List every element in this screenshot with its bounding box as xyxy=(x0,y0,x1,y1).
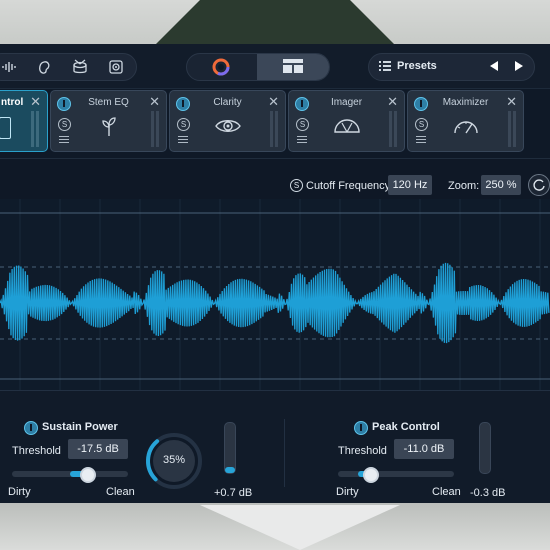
module-meters xyxy=(389,111,399,147)
solo-icon[interactable]: S xyxy=(290,179,303,192)
peak-slider[interactable] xyxy=(338,467,454,483)
module-clarity[interactable]: Clarity ✕ S xyxy=(169,90,286,152)
sustain-output-label: +0.7 dB xyxy=(214,487,253,499)
close-icon[interactable]: ✕ xyxy=(149,94,160,110)
sustain-dirty-label: Dirty xyxy=(8,486,31,498)
sustain-title: Sustain Power xyxy=(42,421,118,433)
waveform-graph xyxy=(0,199,550,392)
close-icon[interactable]: ✕ xyxy=(506,94,517,110)
module-imager[interactable]: Imager ✕ S xyxy=(288,90,405,152)
grid-icon[interactable] xyxy=(280,56,306,76)
divider xyxy=(284,419,285,487)
waveform-icon[interactable] xyxy=(0,58,22,76)
module-meters xyxy=(151,111,161,147)
peak-slider-thumb[interactable] xyxy=(363,467,380,483)
sustain-slider-thumb[interactable] xyxy=(80,467,97,483)
drum-icon[interactable] xyxy=(68,57,92,77)
presets-bar xyxy=(368,53,535,81)
module-stem-eq[interactable]: Stem EQ ✕ S xyxy=(50,90,167,152)
plant-icon xyxy=(100,115,118,142)
peak-clean-label: Clean xyxy=(432,486,461,498)
module-controls: Sustain Power Threshold -17.5 dB Dirty C… xyxy=(0,390,550,503)
sustain-clean-label: Clean xyxy=(106,486,135,498)
solo-icon[interactable]: S xyxy=(177,118,190,131)
solo-icon[interactable]: S xyxy=(415,118,428,131)
reset-zoom-button[interactable] xyxy=(528,174,550,196)
list-icon[interactable] xyxy=(297,136,307,144)
speaker-icon[interactable] xyxy=(104,57,128,77)
peak-threshold-label: Threshold xyxy=(338,445,387,457)
audio-waveform xyxy=(0,262,550,344)
close-icon[interactable]: ✕ xyxy=(268,94,279,110)
sustain-amount-knob[interactable]: 35% xyxy=(145,432,203,490)
peak-title: Peak Control xyxy=(372,421,440,433)
meter-fill xyxy=(225,467,235,473)
peak-power-icon[interactable] xyxy=(354,421,368,435)
peak-output-meter xyxy=(479,422,491,474)
assistant-logo-icon[interactable] xyxy=(208,56,234,78)
imager-icon xyxy=(333,119,361,138)
list-icon[interactable] xyxy=(59,136,69,144)
solo-icon[interactable]: S xyxy=(58,118,71,131)
waveform-display[interactable] xyxy=(0,199,550,392)
peak-dirty-label: Dirty xyxy=(336,486,359,498)
peak-output-label: -0.3 dB xyxy=(470,487,506,499)
cutoff-frequency-label: Cutoff Frequency: xyxy=(306,180,394,192)
zoom-value[interactable]: 250 % xyxy=(481,175,521,195)
sustain-slider[interactable] xyxy=(12,467,128,483)
cutoff-frequency-value[interactable]: 120 Hz xyxy=(388,175,432,195)
next-preset-icon[interactable] xyxy=(512,58,526,74)
close-icon[interactable]: ✕ xyxy=(387,94,398,110)
close-icon[interactable]: ✕ xyxy=(30,94,41,110)
presets-label[interactable]: Presets xyxy=(397,60,437,72)
eye-icon xyxy=(214,118,241,139)
refresh-icon xyxy=(533,179,545,191)
zoom-label: Zoom: xyxy=(448,180,480,192)
module-meters xyxy=(270,111,280,147)
knob-value: 35% xyxy=(162,454,186,466)
presets-list-icon xyxy=(378,59,392,73)
module-meters xyxy=(508,111,518,147)
sustain-power-icon[interactable] xyxy=(24,421,38,435)
module-meters xyxy=(31,111,41,147)
plugin-window: Presets ntrol ✕ Stem EQ ✕ S Clarity ✕ S … xyxy=(0,44,550,503)
gauge-icon xyxy=(453,118,479,139)
module-transient-control[interactable]: ntrol ✕ xyxy=(0,90,48,152)
solo-icon[interactable]: S xyxy=(296,118,309,131)
sustain-threshold-label: Threshold xyxy=(12,445,61,457)
sustain-threshold-value[interactable]: -17.5 dB xyxy=(68,439,128,459)
sustain-output-meter xyxy=(224,422,236,474)
ear-icon[interactable] xyxy=(32,57,56,77)
prev-preset-icon[interactable] xyxy=(487,58,501,74)
list-icon[interactable] xyxy=(416,136,426,144)
list-icon[interactable] xyxy=(178,136,188,144)
module-maximizer[interactable]: Maximizer ✕ S xyxy=(407,90,524,152)
module-chain: ntrol ✕ Stem EQ ✕ S Clarity ✕ S Imager ✕… xyxy=(0,88,550,154)
peak-threshold-value[interactable]: -11.0 dB xyxy=(394,439,454,459)
display-settings-bar: S Cutoff Frequency: 120 Hz Zoom: 250 % xyxy=(0,158,550,199)
module-glyph-icon xyxy=(0,117,11,139)
